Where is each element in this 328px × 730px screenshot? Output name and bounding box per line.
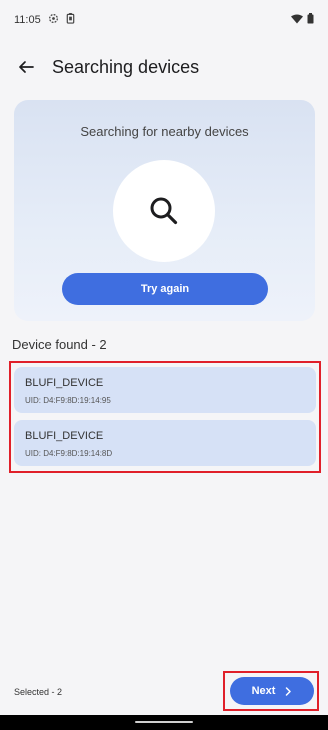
devices-found-label: Device found - 2 bbox=[12, 337, 107, 352]
next-button[interactable]: Next bbox=[230, 677, 314, 705]
device-list: BLUFI_DEVICE UID: D4:F9:8D:19:14:95 BLUF… bbox=[9, 361, 321, 473]
device-name: BLUFI_DEVICE bbox=[25, 430, 104, 442]
status-time: 11:05 bbox=[14, 14, 41, 26]
search-message: Searching for nearby devices bbox=[80, 124, 249, 139]
chevron-right-icon bbox=[286, 686, 292, 696]
search-indicator bbox=[113, 160, 215, 262]
device-uid: UID: D4:F9:8D:19:14:8D bbox=[25, 449, 113, 458]
search-card: Searching for nearby devices Try again bbox=[14, 100, 315, 321]
settings-icon bbox=[48, 13, 59, 27]
battery-saver-icon bbox=[66, 13, 75, 27]
selected-count: Selected - 2 bbox=[14, 687, 63, 697]
app-bar: Searching devices bbox=[0, 48, 328, 86]
navigation-bar bbox=[0, 715, 328, 730]
device-name: BLUFI_DEVICE bbox=[25, 377, 104, 389]
home-handle[interactable] bbox=[135, 721, 193, 723]
arrow-left-icon bbox=[19, 61, 34, 73]
wifi-icon bbox=[291, 14, 303, 27]
device-item[interactable]: BLUFI_DEVICE UID: D4:F9:8D:19:14:95 bbox=[14, 367, 316, 413]
device-uid: UID: D4:F9:8D:19:14:95 bbox=[25, 396, 111, 405]
back-button[interactable] bbox=[14, 55, 38, 79]
battery-icon bbox=[307, 13, 314, 27]
status-left: 11:05 bbox=[14, 13, 75, 27]
page-title: Searching devices bbox=[52, 56, 200, 77]
try-again-button[interactable]: Try again bbox=[62, 273, 268, 305]
status-bar: 11:05 bbox=[0, 0, 328, 40]
device-item[interactable]: BLUFI_DEVICE UID: D4:F9:8D:19:14:8D bbox=[14, 420, 316, 466]
search-icon bbox=[150, 197, 178, 225]
status-right bbox=[291, 13, 314, 27]
next-button-highlight: Next bbox=[223, 671, 319, 711]
next-label: Next bbox=[251, 685, 276, 697]
